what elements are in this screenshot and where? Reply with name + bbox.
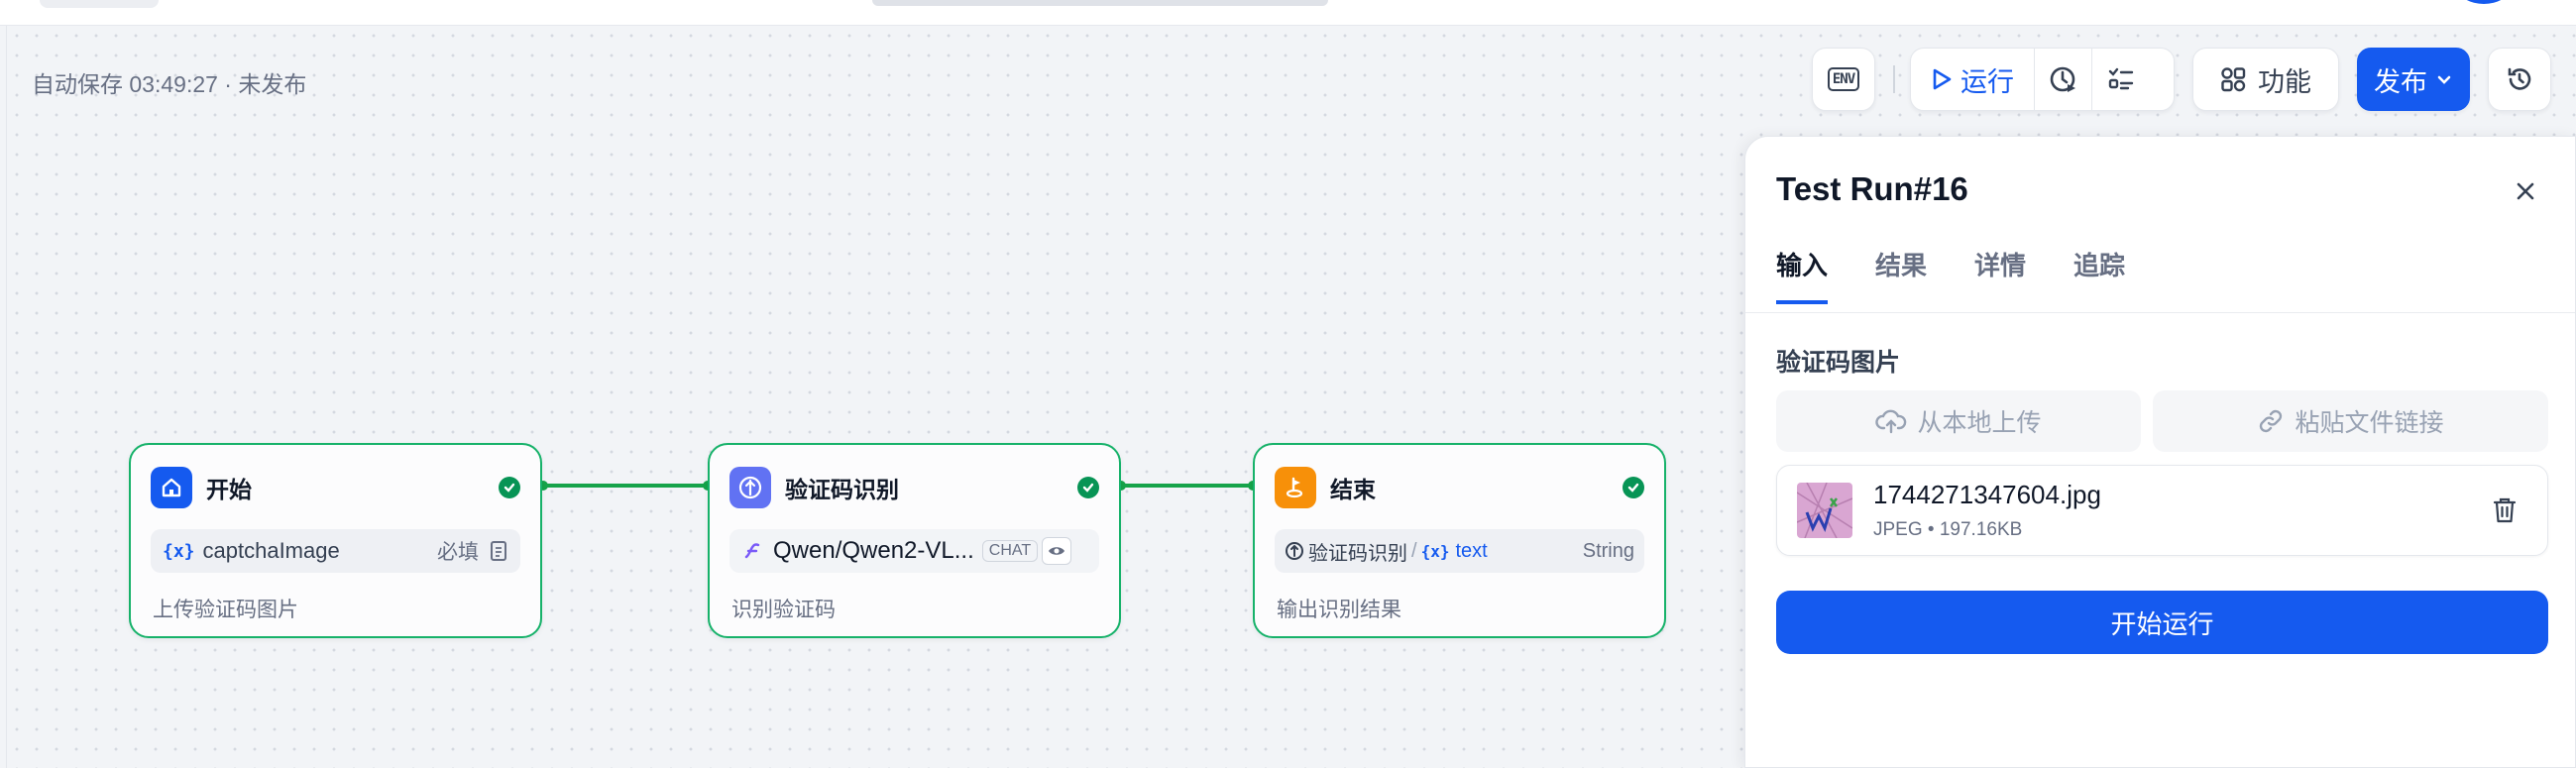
top-bar-tab xyxy=(40,0,159,8)
required-badge: 必填 xyxy=(437,541,479,564)
node-llm[interactable]: 验证码识别 Qwen/Qwen2-VL... CHAT 识别验证码 xyxy=(708,443,1121,638)
model-name: Qwen/Qwen2-VL... xyxy=(773,537,974,564)
chevron-down-icon xyxy=(2437,75,2451,84)
tab-trace[interactable]: 追踪 xyxy=(2073,246,2125,304)
panel-title: Test Run#16 xyxy=(1776,170,1968,207)
play-icon xyxy=(1933,68,1952,90)
trash-icon[interactable] xyxy=(2488,494,2521,527)
paste-link-label: 粘贴文件链接 xyxy=(2295,408,2444,437)
meta-separator: • xyxy=(1927,519,1940,540)
top-bar-handle xyxy=(872,0,1328,6)
node-title: 结束 xyxy=(1330,478,1376,503)
upload-local-label: 从本地上传 xyxy=(1917,408,2042,437)
run-label: 运行 xyxy=(1960,66,2014,97)
uploaded-file-card: 1744271347604.jpg JPEG • 197.16KB xyxy=(1776,465,2548,556)
llm-icon xyxy=(729,467,771,508)
home-icon xyxy=(151,467,192,508)
node-output-row: 验证码识别 / {x} text String xyxy=(1275,529,1644,573)
apps-icon xyxy=(2221,67,2246,92)
test-run-panel: Test Run#16 输入 结果 详情 追踪 验证码图片 从本地上传 粘贴文件… xyxy=(1744,136,2576,768)
document-icon xyxy=(491,541,506,561)
env-icon: ENV xyxy=(1827,67,1860,91)
path-separator: / xyxy=(1411,539,1417,562)
toolbar-divider xyxy=(1893,65,1895,93)
run-history-button[interactable] xyxy=(2035,49,2092,110)
checklist-button[interactable] xyxy=(2092,49,2150,110)
tab-divider xyxy=(1745,312,2575,313)
checklist-icon xyxy=(2108,67,2134,90)
tab-result[interactable]: 结果 xyxy=(1875,246,1927,304)
success-check-icon xyxy=(1077,477,1099,498)
clock-play-icon xyxy=(2050,66,2075,92)
file-thumbnail xyxy=(1797,483,1852,538)
autosave-status: 自动保存 03:49:27 · 未发布 xyxy=(32,71,307,97)
file-meta: JPEG • 197.16KB xyxy=(1873,519,2022,541)
edge-start-to-llm[interactable] xyxy=(543,484,708,488)
variable-icon: {x} xyxy=(1420,541,1450,561)
history-icon xyxy=(2508,67,2531,90)
cloud-upload-icon xyxy=(1875,409,1907,434)
file-type: JPEG xyxy=(1873,519,1923,540)
start-run-button[interactable]: 开始运行 xyxy=(1776,591,2548,654)
variable-name: captchaImage xyxy=(202,538,340,563)
node-header: 结束 xyxy=(1275,467,1644,508)
features-label: 功能 xyxy=(2258,66,2311,97)
top-bar xyxy=(0,0,2576,26)
tab-input[interactable]: 输入 xyxy=(1776,246,1829,304)
file-name: 1744271347604.jpg xyxy=(1873,480,2101,509)
paste-link-button[interactable]: 粘贴文件链接 xyxy=(2153,390,2548,452)
close-icon[interactable] xyxy=(2509,174,2542,208)
upload-local-button[interactable]: 从本地上传 xyxy=(1776,390,2141,452)
node-variable-row: {x} captchaImage 必填 xyxy=(151,529,520,573)
output-type: String xyxy=(1582,539,1634,562)
env-button[interactable]: ENV xyxy=(1812,48,1875,111)
publish-button[interactable]: 发布 xyxy=(2357,48,2470,111)
features-button[interactable]: 功能 xyxy=(2192,48,2339,111)
node-header: 验证码识别 xyxy=(729,467,1099,508)
variable-icon: {x} xyxy=(163,540,195,562)
run-button-group: 运行 xyxy=(1910,48,2175,111)
field-label: 验证码图片 xyxy=(1776,348,1901,377)
output-source-node: 验证码识别 xyxy=(1308,542,1407,565)
panel-tabs: 输入 结果 详情 追踪 xyxy=(1776,246,2125,304)
node-header: 开始 xyxy=(151,467,520,508)
node-description: 识别验证码 xyxy=(731,599,836,621)
tab-detail[interactable]: 详情 xyxy=(1974,246,2026,304)
node-title: 开始 xyxy=(206,478,252,503)
success-check-icon xyxy=(499,477,520,498)
version-history-button[interactable] xyxy=(2488,48,2551,111)
file-size: 197.16KB xyxy=(1939,519,2023,540)
llm-source-icon xyxy=(1286,542,1303,560)
avatar[interactable] xyxy=(2458,0,2510,4)
node-start[interactable]: 开始 {x} captchaImage 必填 上传验证码图片 xyxy=(129,443,542,638)
node-end[interactable]: 结束 验证码识别 / {x} text String 输出识别结果 xyxy=(1253,443,1666,638)
node-description: 输出识别结果 xyxy=(1277,599,1401,621)
node-title: 验证码识别 xyxy=(785,478,899,503)
flag-icon xyxy=(1275,467,1316,508)
run-button[interactable]: 运行 xyxy=(1911,49,2035,110)
node-description: 上传验证码图片 xyxy=(153,599,298,621)
chat-tag: CHAT xyxy=(981,540,1039,562)
output-variable: text xyxy=(1455,539,1488,562)
model-provider-icon xyxy=(744,543,760,559)
node-model-row: Qwen/Qwen2-VL... CHAT xyxy=(729,529,1099,573)
success-check-icon xyxy=(1623,477,1644,498)
edge-llm-to-end[interactable] xyxy=(1121,484,1253,488)
vision-icon xyxy=(1042,537,1072,565)
publish-label: 发布 xyxy=(2374,66,2427,97)
link-icon xyxy=(2260,409,2283,433)
